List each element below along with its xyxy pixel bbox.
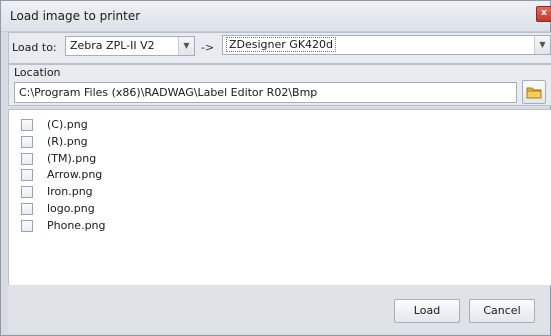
close-icon: x <box>541 8 547 18</box>
cancel-button[interactable]: Cancel <box>469 299 535 323</box>
file-name: (R).png <box>47 135 88 148</box>
file-checkbox[interactable] <box>21 186 33 198</box>
close-button[interactable]: x <box>536 6 551 22</box>
file-name: Arrow.png <box>47 168 103 181</box>
file-name: Phone.png <box>47 219 106 232</box>
file-name: (C).png <box>47 118 88 131</box>
location-label: Location <box>14 66 61 79</box>
file-checkbox[interactable] <box>21 153 33 165</box>
file-name: (TM).png <box>47 152 97 165</box>
load-button[interactable]: Load <box>394 299 460 323</box>
destination-printer-value: ZDesigner GK420d <box>226 37 337 52</box>
location-path-value: C:\Program Files (x86)\RADWAG\Label Edit… <box>19 86 318 99</box>
source-printer-value: Zebra ZPL-II V2 <box>70 39 155 52</box>
file-checkbox[interactable] <box>21 169 33 181</box>
load-to-label: Load to: <box>12 41 57 54</box>
file-checkbox[interactable] <box>21 220 33 232</box>
file-checkbox[interactable] <box>21 119 33 131</box>
chevron-down-icon[interactable]: ▼ <box>178 37 194 55</box>
destination-printer-select[interactable]: ZDesigner GK420d ▼ <box>222 35 551 55</box>
location-path-input[interactable]: C:\Program Files (x86)\RADWAG\Label Edit… <box>14 82 517 103</box>
browse-folder-button[interactable] <box>522 80 546 104</box>
source-printer-select[interactable]: Zebra ZPL-II V2 ▼ <box>65 36 195 56</box>
file-name: logo.png <box>47 202 95 215</box>
file-checkbox[interactable] <box>21 203 33 215</box>
file-checkbox[interactable] <box>21 136 33 148</box>
title-bar[interactable]: Load image to printer <box>1 1 550 32</box>
arrow-label: -> <box>201 41 215 54</box>
chevron-down-icon[interactable]: ▼ <box>534 36 550 54</box>
window-title: Load image to printer <box>10 9 141 23</box>
folder-icon <box>526 87 542 99</box>
file-name: Iron.png <box>47 185 93 198</box>
